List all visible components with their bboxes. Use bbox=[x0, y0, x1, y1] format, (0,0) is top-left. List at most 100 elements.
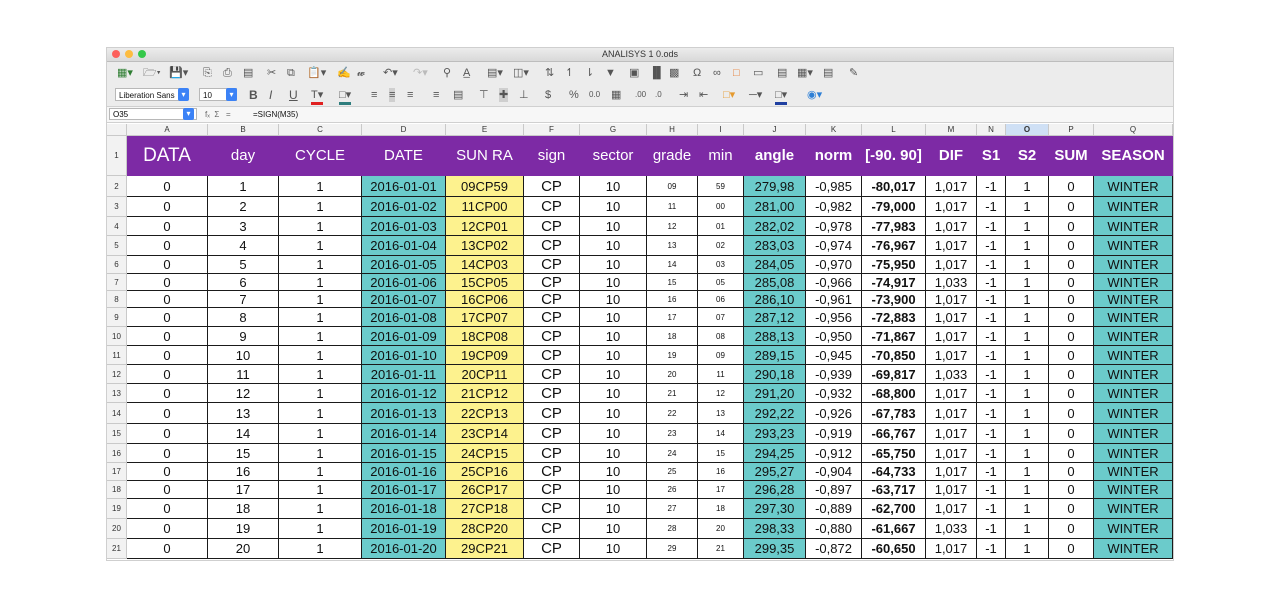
cell-col-date[interactable]: 2016-01-09 bbox=[362, 327, 446, 346]
align-left-icon[interactable]: ≡ bbox=[371, 88, 377, 102]
row-number[interactable]: 1 bbox=[107, 136, 127, 176]
cell-col-s2[interactable]: 1 bbox=[1006, 236, 1049, 256]
cell-col-data[interactable]: 0 bbox=[127, 274, 208, 291]
cell-col-sector[interactable]: 10 bbox=[580, 327, 647, 346]
center-vertically-icon[interactable]: ✚ bbox=[499, 88, 509, 102]
cell-col-date[interactable]: 2016-01-20 bbox=[362, 539, 446, 559]
cell-col-season[interactable]: WINTER bbox=[1094, 539, 1173, 559]
cell-col-sun-ra[interactable]: 20CP11 bbox=[446, 365, 524, 384]
column-header-b[interactable]: B bbox=[208, 124, 279, 135]
cell-col-s1[interactable]: -1 bbox=[977, 256, 1006, 274]
row-number[interactable]: 5 bbox=[107, 236, 127, 256]
cell-col-grade[interactable]: 12 bbox=[647, 217, 698, 236]
cell-col-cycle[interactable]: 1 bbox=[279, 481, 362, 499]
cell-col-min[interactable]: 14 bbox=[698, 424, 744, 444]
borders-icon[interactable]: □▾ bbox=[723, 88, 735, 102]
column-header-c[interactable]: C bbox=[279, 124, 362, 135]
cell-col-cycle[interactable]: 1 bbox=[279, 403, 362, 424]
split-window-icon[interactable]: ▤ bbox=[823, 66, 833, 80]
cell-col-dif[interactable]: 1,017 bbox=[926, 499, 977, 519]
cell-col-norm[interactable]: -0,926 bbox=[806, 403, 862, 424]
percent-format-button[interactable]: % bbox=[569, 88, 579, 102]
cell-col-cycle[interactable]: 1 bbox=[279, 274, 362, 291]
cell-col-data[interactable]: 0 bbox=[127, 424, 208, 444]
cell-col-range[interactable]: -65,750 bbox=[862, 444, 926, 463]
header-cell-col-sum[interactable]: SUM bbox=[1049, 136, 1094, 176]
cell-col-min[interactable]: 00 bbox=[698, 197, 744, 217]
underline-button[interactable]: U bbox=[289, 88, 298, 102]
cell-col-range[interactable]: -76,967 bbox=[862, 236, 926, 256]
row-number[interactable]: 8 bbox=[107, 291, 127, 308]
cell-col-dif[interactable]: 1,033 bbox=[926, 365, 977, 384]
align-bottom-icon[interactable]: ⊥ bbox=[519, 88, 529, 102]
cell-col-min[interactable]: 18 bbox=[698, 499, 744, 519]
cell-col-range[interactable]: -80,017 bbox=[862, 176, 926, 197]
cell-col-dif[interactable]: 1,017 bbox=[926, 176, 977, 197]
cell-col-angle[interactable]: 289,15 bbox=[744, 346, 806, 365]
cell-col-date[interactable]: 2016-01-04 bbox=[362, 236, 446, 256]
row-number[interactable]: 16 bbox=[107, 444, 127, 463]
cell-col-cycle[interactable]: 1 bbox=[279, 424, 362, 444]
cell-col-season[interactable]: WINTER bbox=[1094, 291, 1173, 308]
cell-col-dif[interactable]: 1,017 bbox=[926, 217, 977, 236]
cell-col-s1[interactable]: -1 bbox=[977, 236, 1006, 256]
cell-col-norm[interactable]: -0,945 bbox=[806, 346, 862, 365]
row-number[interactable]: 13 bbox=[107, 384, 127, 403]
cell-col-angle[interactable]: 292,22 bbox=[744, 403, 806, 424]
cell-col-s2[interactable]: 1 bbox=[1006, 499, 1049, 519]
special-character-icon[interactable]: Ω bbox=[693, 66, 701, 80]
cell-col-date[interactable]: 2016-01-01 bbox=[362, 176, 446, 197]
header-cell-col-date[interactable]: DATE bbox=[362, 136, 446, 176]
cell-col-sign[interactable]: CP bbox=[524, 217, 580, 236]
cell-col-sign[interactable]: CP bbox=[524, 256, 580, 274]
cell-col-grade[interactable]: 21 bbox=[647, 384, 698, 403]
cell-col-sun-ra[interactable]: 09CP59 bbox=[446, 176, 524, 197]
cell-col-sector[interactable]: 10 bbox=[580, 176, 647, 197]
cell-col-range[interactable]: -79,000 bbox=[862, 197, 926, 217]
cell-col-dif[interactable]: 1,017 bbox=[926, 236, 977, 256]
cell-col-cycle[interactable]: 1 bbox=[279, 519, 362, 539]
cell-col-s2[interactable]: 1 bbox=[1006, 519, 1049, 539]
chart-icon[interactable]: ▐▌ bbox=[649, 66, 665, 80]
cell-col-range[interactable]: -73,900 bbox=[862, 291, 926, 308]
cell-col-date[interactable]: 2016-01-10 bbox=[362, 346, 446, 365]
cell-col-min[interactable]: 59 bbox=[698, 176, 744, 197]
cell-col-season[interactable]: WINTER bbox=[1094, 197, 1173, 217]
cell-col-sun-ra[interactable]: 19CP09 bbox=[446, 346, 524, 365]
cell-col-grade[interactable]: 13 bbox=[647, 236, 698, 256]
sort-icon[interactable]: ⇅ bbox=[545, 66, 554, 80]
cell-col-sun-ra[interactable]: 22CP13 bbox=[446, 403, 524, 424]
column-header-h[interactable]: H bbox=[647, 124, 698, 135]
cell-col-sign[interactable]: CP bbox=[524, 291, 580, 308]
cell-col-cycle[interactable]: 1 bbox=[279, 236, 362, 256]
cut-icon[interactable]: ✂ bbox=[267, 66, 276, 80]
cell-col-day[interactable]: 19 bbox=[208, 519, 279, 539]
redo-icon[interactable]: ↷▾ bbox=[413, 66, 428, 80]
cell-col-sum[interactable]: 0 bbox=[1049, 346, 1094, 365]
cell-col-sign[interactable]: CP bbox=[524, 519, 580, 539]
cell-col-date[interactable]: 2016-01-03 bbox=[362, 217, 446, 236]
cell-col-norm[interactable]: -0,880 bbox=[806, 519, 862, 539]
column-header-d[interactable]: D bbox=[362, 124, 446, 135]
cell-col-date[interactable]: 2016-01-15 bbox=[362, 444, 446, 463]
show-draw-functions-icon[interactable]: ✎ bbox=[849, 66, 858, 80]
cell-col-sum[interactable]: 0 bbox=[1049, 291, 1094, 308]
row-number[interactable]: 15 bbox=[107, 424, 127, 444]
cell-col-cycle[interactable]: 1 bbox=[279, 217, 362, 236]
cell-col-sector[interactable]: 10 bbox=[580, 539, 647, 559]
column-header-e[interactable]: E bbox=[446, 124, 524, 135]
cell-col-angle[interactable]: 279,98 bbox=[744, 176, 806, 197]
cell-col-sun-ra[interactable]: 16CP06 bbox=[446, 291, 524, 308]
cell-col-sun-ra[interactable]: 29CP21 bbox=[446, 539, 524, 559]
cell-col-season[interactable]: WINTER bbox=[1094, 256, 1173, 274]
cell-col-grade[interactable]: 27 bbox=[647, 499, 698, 519]
cell-col-sign[interactable]: CP bbox=[524, 365, 580, 384]
save-icon[interactable]: 💾▾ bbox=[169, 66, 188, 80]
cell-col-day[interactable]: 20 bbox=[208, 539, 279, 559]
column-header-o[interactable]: O bbox=[1006, 124, 1049, 135]
cell-col-grade[interactable]: 11 bbox=[647, 197, 698, 217]
cell-col-sector[interactable]: 10 bbox=[580, 444, 647, 463]
cell-col-date[interactable]: 2016-01-06 bbox=[362, 274, 446, 291]
cell-col-sign[interactable]: CP bbox=[524, 403, 580, 424]
cell-col-norm[interactable]: -0,982 bbox=[806, 197, 862, 217]
